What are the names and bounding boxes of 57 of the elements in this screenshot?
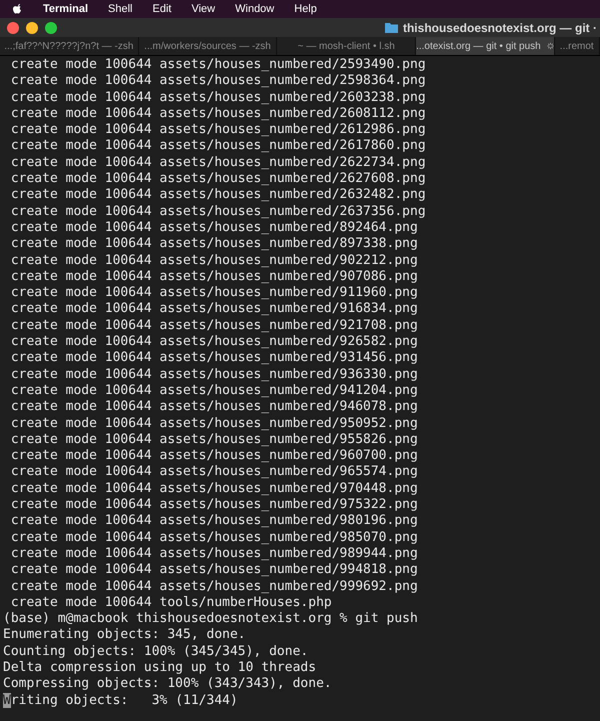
terminal-line: create mode 100644 assets/houses_numbered/2637356.png xyxy=(10,204,427,220)
terminal-line: create mode 100644 assets/houses_numbered/994818.png xyxy=(10,562,419,578)
terminal-line: create mode 100644 assets/houses_numbered/955826.png xyxy=(10,432,419,448)
terminal-line: (base) m@macbook thishousedoesnotexist.org % git push xyxy=(3,611,419,628)
terminal-line: Delta compression using up to 10 threads xyxy=(3,660,318,676)
terminal-line: create mode 100644 assets/houses_numbered/2598364.png xyxy=(10,73,427,90)
terminal-line: Compressing objects: 100% (343/343), done. xyxy=(3,676,333,693)
terminal-line: create mode 100644 assets/houses_numbered/985070.png xyxy=(10,530,419,546)
folder-icon xyxy=(384,22,398,33)
terminal-line: create mode 100644 assets/houses_numbered/960700.png xyxy=(10,448,419,464)
menu-item[interactable]: Shell xyxy=(108,0,132,18)
terminal-line: create mode 100644 assets/houses_numbered/931456.png xyxy=(10,350,419,367)
terminal-line: Writing objects: 3% (11/344) xyxy=(3,692,239,709)
terminal-line: create mode 100644 assets/houses_numbered/2603238.png xyxy=(10,90,427,106)
app-menu[interactable]: Terminal xyxy=(43,0,88,18)
terminal-line: create mode 100644 assets/houses_numbered/902212.png xyxy=(10,252,419,269)
terminal-line: create mode 100644 assets/houses_numbered/2608112.png xyxy=(10,106,427,122)
terminal-line: create mode 100644 assets/houses_numbered/970448.png xyxy=(10,480,419,498)
terminal-line: create mode 100644 assets/houses_numbered/2612986.png xyxy=(10,122,427,138)
terminal-line: create mode 100644 assets/houses_numbered/941204.png xyxy=(10,382,419,400)
close-button[interactable] xyxy=(7,22,19,34)
menu-item[interactable]: Edit xyxy=(152,0,172,18)
terminal-line: create mode 100644 assets/houses_numbered/907086.png xyxy=(10,268,419,286)
terminal-line: create mode 100644 assets/houses_numbered/926582.png xyxy=(10,334,419,350)
tab[interactable]: ...otexist.org — git • git push xyxy=(416,37,555,55)
terminal-line: create mode 100644 assets/houses_numbered/989944.png xyxy=(10,546,419,562)
terminal-line: create mode 100644 assets/houses_numbered/965574.png xyxy=(10,464,419,481)
apple-logo-icon[interactable] xyxy=(12,2,23,16)
window-title: thishousedoesnotexist.org — git · xyxy=(402,20,597,36)
terminal-line: create mode 100644 assets/houses_numbered/2617860.png xyxy=(10,138,427,155)
terminal-line: create mode 100644 assets/houses_numbered/921708.png xyxy=(10,318,419,334)
tab[interactable]: ...remot xyxy=(554,37,600,55)
terminal-line: create mode 100644 assets/houses_numbered/2593490.png xyxy=(10,57,427,74)
tab[interactable]: ...m/workers/sources — -zsh xyxy=(138,37,278,55)
terminal-line: create mode 100644 assets/houses_numbered/999692.png xyxy=(10,578,419,595)
tab[interactable]: ...;faf??^N?????j?n?t — -zsh xyxy=(0,37,139,55)
terminal-line: create mode 100644 assets/houses_numbered/936330.png xyxy=(10,366,419,383)
zoom-button[interactable] xyxy=(45,22,57,34)
terminal-line: create mode 100644 assets/houses_numbered/2632482.png xyxy=(10,187,427,204)
minimize-button[interactable] xyxy=(26,22,38,34)
terminal-line: Enumerating objects: 345, done. xyxy=(3,627,247,644)
terminal-line: create mode 100644 assets/houses_numbered/975322.png xyxy=(10,497,419,514)
terminal-line: create mode 100644 assets/houses_numbered/2622734.png xyxy=(10,154,427,172)
menu-item[interactable]: Help xyxy=(294,0,317,18)
tab[interactable]: ~ — mosh-client • l.sh xyxy=(277,37,416,55)
terminal-line: Counting objects: 100% (345/345), done. xyxy=(3,644,310,660)
terminal-line: create mode 100644 assets/houses_numbered/892464.png xyxy=(10,220,419,236)
terminal-line: create mode 100644 assets/houses_numbered/946078.png xyxy=(10,399,419,416)
terminal-line: create mode 100644 assets/houses_numbered/916834.png xyxy=(10,301,419,318)
terminal-line: create mode 100644 assets/houses_numbered/897338.png xyxy=(10,236,419,253)
terminal-line: create mode 100644 assets/houses_numbered/911960.png xyxy=(10,285,419,302)
menu-item[interactable]: Window xyxy=(235,0,274,18)
menu-item[interactable]: View xyxy=(191,0,216,18)
terminal-line: create mode 100644 assets/houses_numbered/2627608.png xyxy=(10,171,427,188)
terminal-line: create mode 100644 assets/houses_numbered/980196.png xyxy=(10,513,419,530)
terminal-line: create mode 100644 tools/numberHouses.php xyxy=(10,594,333,612)
terminal-line: create mode 100644 assets/houses_numbered/950952.png xyxy=(10,416,419,432)
